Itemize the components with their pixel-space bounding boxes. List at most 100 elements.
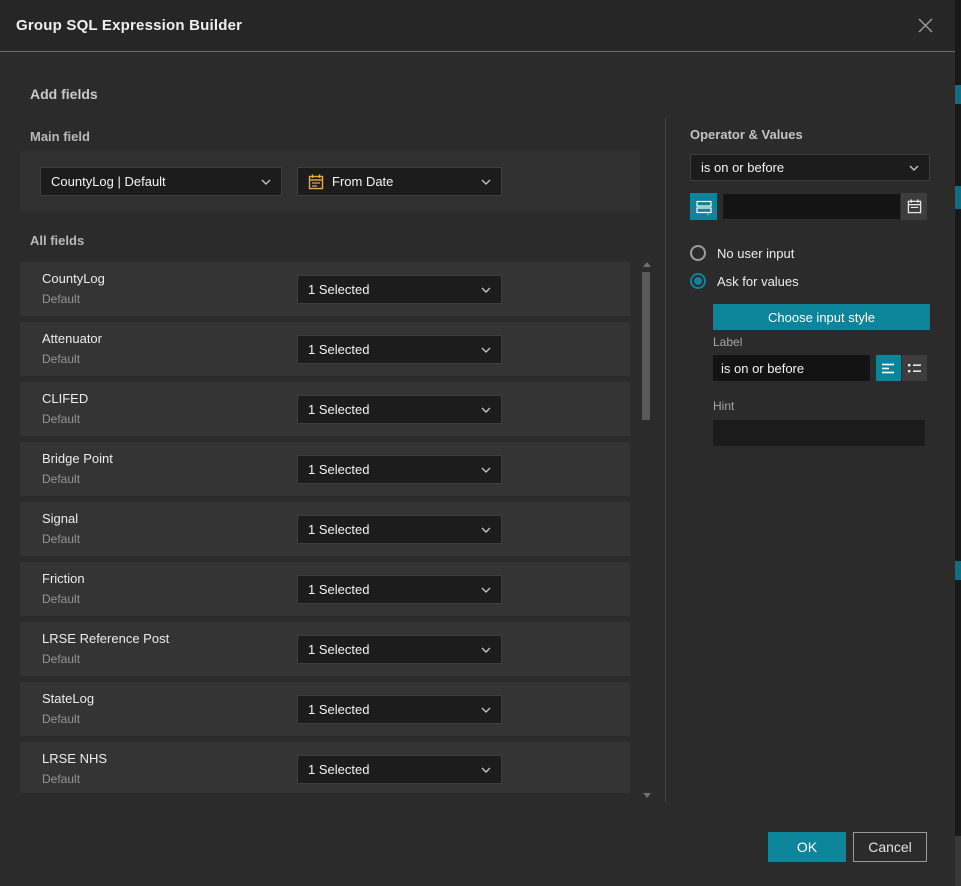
field-select-value: 1 Selected: [308, 282, 473, 297]
dialog-title: Group SQL Expression Builder: [16, 17, 242, 34]
field-values-select[interactable]: 1 Selected: [297, 395, 502, 424]
ok-button[interactable]: OK: [768, 832, 846, 862]
background-app-edge-strip: [955, 0, 961, 886]
field-name: Friction: [42, 571, 85, 586]
field-subtitle: Default: [42, 412, 80, 426]
chevron-down-icon: [481, 347, 491, 353]
field-name: CountyLog: [42, 271, 105, 286]
chevron-down-icon: [481, 179, 491, 185]
main-field-date-select[interactable]: From Date: [297, 167, 502, 196]
hint-input[interactable]: [713, 420, 925, 446]
field-subtitle: Default: [42, 652, 80, 666]
field-subtitle: Default: [42, 472, 80, 486]
field-row: LRSE Reference Post Default 1 Selected: [20, 622, 630, 676]
scroll-down-icon[interactable]: [643, 793, 651, 798]
main-field-heading: Main field: [30, 129, 90, 144]
field-subtitle: Default: [42, 352, 80, 366]
date-value-input[interactable]: [722, 193, 901, 220]
field-select-value: 1 Selected: [308, 402, 473, 417]
field-name: CLIFED: [42, 391, 88, 406]
field-subtitle: Default: [42, 592, 80, 606]
scroll-up-icon[interactable]: [643, 262, 651, 267]
edge-gray-fragment: [955, 836, 961, 886]
list-scrollbar[interactable]: [640, 258, 654, 800]
close-button[interactable]: [913, 14, 937, 38]
field-subtitle: Default: [42, 532, 80, 546]
field-values-select[interactable]: 1 Selected: [297, 575, 502, 604]
input-type-icon: [696, 199, 712, 215]
field-values-select[interactable]: 1 Selected: [297, 755, 502, 784]
chevron-down-icon: [481, 467, 491, 473]
field-select-value: 1 Selected: [308, 762, 473, 777]
field-select-value: 1 Selected: [308, 342, 473, 357]
choose-input-style-button[interactable]: Choose input style: [713, 304, 930, 330]
chevron-down-icon: [481, 647, 491, 653]
chevron-down-icon: [481, 287, 491, 293]
scrollbar-thumb[interactable]: [642, 272, 650, 420]
field-select-value: 1 Selected: [308, 462, 473, 477]
label-field-label: Label: [713, 335, 742, 349]
input-type-selector-button[interactable]: [690, 193, 717, 220]
field-name: LRSE NHS: [42, 751, 107, 766]
field-name: Bridge Point: [42, 451, 113, 466]
field-row: CLIFED Default 1 Selected: [20, 382, 630, 436]
field-values-select[interactable]: 1 Selected: [297, 455, 502, 484]
field-select-value: 1 Selected: [308, 642, 473, 657]
field-subtitle: Default: [42, 772, 80, 786]
field-row: Signal Default 1 Selected: [20, 502, 630, 556]
radio-unselected-icon: [690, 245, 706, 261]
list-style-icon: [907, 362, 922, 375]
ask-for-values-radio[interactable]: Ask for values: [690, 273, 799, 289]
list-style-button[interactable]: [902, 355, 927, 381]
group-sql-expression-builder-dialog: Group SQL Expression Builder Add fields …: [0, 0, 961, 886]
field-name: Signal: [42, 511, 78, 526]
field-row: LRSE NHS Default 1 Selected: [20, 742, 630, 793]
chevron-down-icon: [481, 707, 491, 713]
field-values-select[interactable]: 1 Selected: [297, 335, 502, 364]
all-fields-list: CountyLog Default 1 Selected Attenuator …: [20, 262, 630, 793]
main-field-select[interactable]: CountyLog | Default: [40, 167, 282, 196]
calendar-picker-button[interactable]: [901, 193, 927, 220]
dialog-titlebar: Group SQL Expression Builder: [0, 0, 955, 52]
calendar-icon: [907, 199, 922, 214]
operator-values-heading: Operator & Values: [690, 127, 803, 142]
no-user-input-radio[interactable]: No user input: [690, 245, 794, 261]
chevron-down-icon: [909, 165, 919, 171]
no-user-input-label: No user input: [717, 246, 794, 261]
hint-field-label: Hint: [713, 399, 734, 413]
panel-divider: [665, 118, 666, 802]
field-row: Friction Default 1 Selected: [20, 562, 630, 616]
field-select-value: 1 Selected: [308, 522, 473, 537]
field-values-select[interactable]: 1 Selected: [297, 635, 502, 664]
edge-accent-fragment: [955, 85, 961, 104]
chevron-down-icon: [481, 527, 491, 533]
chevron-down-icon: [481, 407, 491, 413]
field-row: CountyLog Default 1 Selected: [20, 262, 630, 316]
field-select-value: 1 Selected: [308, 702, 473, 717]
field-subtitle: Default: [42, 292, 80, 306]
field-values-select[interactable]: 1 Selected: [297, 695, 502, 724]
field-name: Attenuator: [42, 331, 102, 346]
field-name: LRSE Reference Post: [42, 631, 169, 646]
operator-select-value: is on or before: [701, 160, 901, 175]
ask-for-values-label: Ask for values: [717, 274, 799, 289]
label-input[interactable]: is on or before: [713, 355, 870, 381]
field-name: StateLog: [42, 691, 94, 706]
field-values-select[interactable]: 1 Selected: [297, 275, 502, 304]
all-fields-heading: All fields: [30, 233, 84, 248]
cancel-button[interactable]: Cancel: [853, 832, 927, 862]
radio-selected-icon: [690, 273, 706, 289]
cancel-button-label: Cancel: [868, 839, 912, 855]
chevron-down-icon: [481, 587, 491, 593]
main-field-date-select-value: From Date: [332, 174, 473, 189]
field-row: Bridge Point Default 1 Selected: [20, 442, 630, 496]
choose-input-style-label: Choose input style: [768, 310, 875, 325]
operator-select[interactable]: is on or before: [690, 154, 930, 181]
edge-accent-fragment: [955, 561, 961, 580]
field-values-select[interactable]: 1 Selected: [297, 515, 502, 544]
calendar-icon: [308, 174, 324, 190]
edge-accent-fragment: [955, 186, 961, 209]
single-line-style-button[interactable]: [876, 355, 901, 381]
close-icon: [917, 17, 934, 34]
field-row: Attenuator Default 1 Selected: [20, 322, 630, 376]
